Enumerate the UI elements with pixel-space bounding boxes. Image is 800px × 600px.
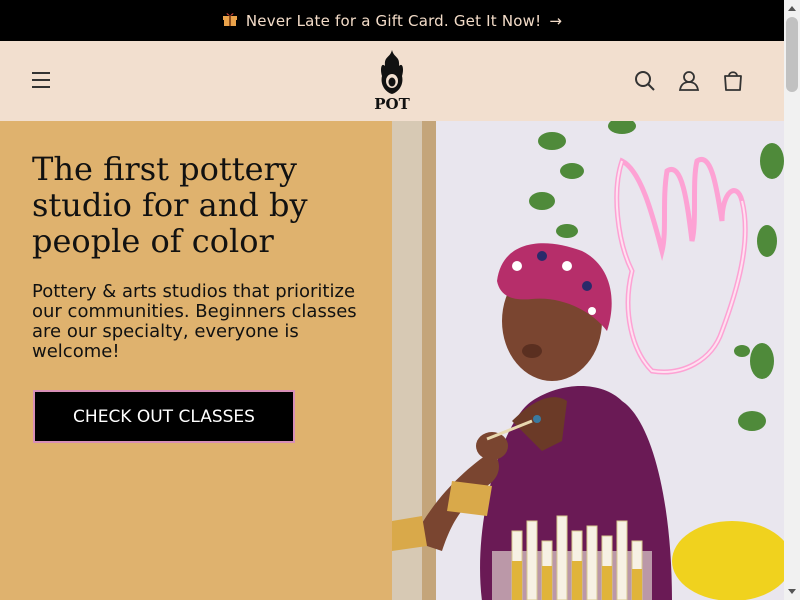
scroll-down-icon[interactable] [784,584,800,600]
hero-subtitle: Pottery & arts studios that prioritize o… [32,281,357,362]
site-header: POT [0,41,784,121]
check-out-classes-button[interactable]: CHECK OUT CLASSES [33,390,295,443]
account-icon[interactable] [676,68,702,94]
logo-text: POT [374,95,410,112]
menu-icon[interactable] [30,69,54,91]
scroll-up-icon[interactable] [784,0,800,16]
cart-icon[interactable] [720,68,746,94]
gift-icon [222,11,238,30]
hero-photo [392,121,784,600]
scrollbar-thumb[interactable] [786,17,798,92]
search-icon[interactable] [632,68,658,94]
pot-logo[interactable]: POT [372,48,412,113]
hero-text-panel: The first pottery studio for and by peop… [0,121,392,600]
announcement-bar[interactable]: Never Late for a Gift Card. Get It Now! … [0,0,784,41]
arrow-right-icon[interactable]: → [549,12,562,30]
hero-title: The first pottery studio for and by peop… [32,150,308,260]
announcement-text[interactable]: Never Late for a Gift Card. Get It Now! [246,12,541,30]
page-scrollbar[interactable] [784,0,800,600]
